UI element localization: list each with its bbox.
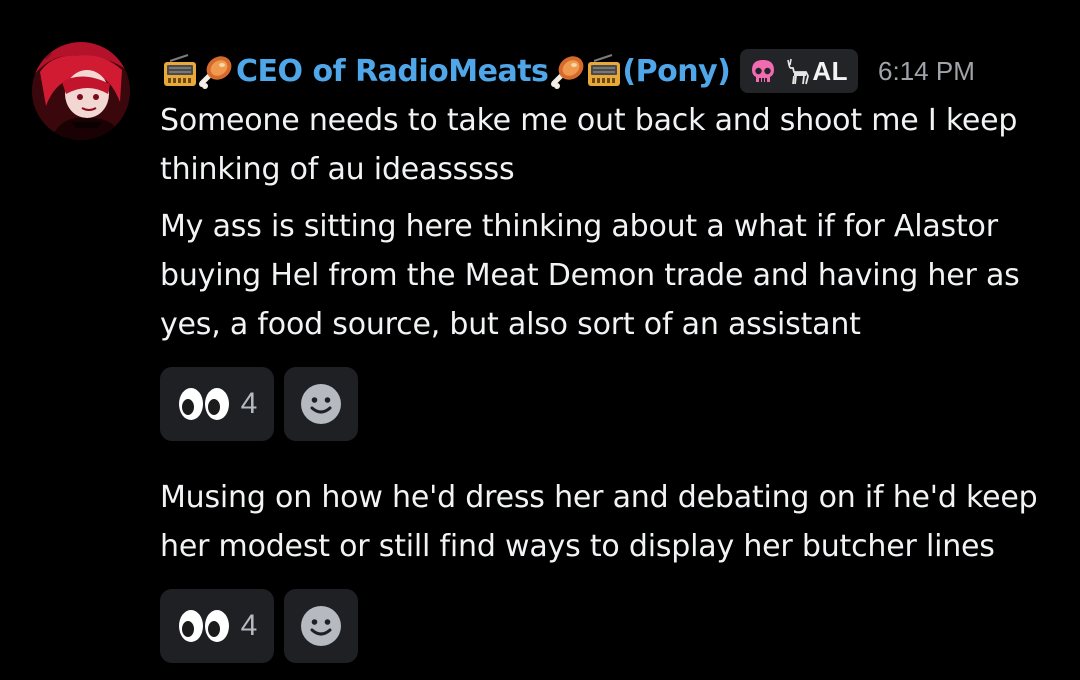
radio-icon: [162, 53, 198, 89]
meat-icon: [198, 53, 234, 89]
message-header: CEO of RadioMeats (Pony) AL 6:14 PM: [162, 44, 975, 98]
eyes-icon: [177, 608, 231, 644]
chat-message: CEO of RadioMeats (Pony) AL 6:14 PM Some…: [0, 0, 1080, 680]
reaction-bar: 4: [160, 589, 358, 663]
message-paragraph: Someone needs to take me out back and sh…: [160, 103, 1018, 187]
deer-icon: [782, 56, 812, 86]
clan-tag[interactable]: AL: [740, 49, 859, 93]
message-paragraph: My ass is sitting here thinking about a …: [160, 209, 1020, 342]
reaction-count: 4: [240, 609, 258, 642]
clan-tag-label: AL: [812, 55, 849, 86]
reaction-count: 4: [240, 387, 258, 420]
skull-icon: [748, 56, 778, 86]
smiley-icon: [301, 606, 341, 646]
timestamp[interactable]: 6:14 PM: [878, 56, 975, 87]
username[interactable]: CEO of RadioMeats: [236, 54, 549, 89]
username-suffix[interactable]: (Pony): [622, 54, 730, 89]
eyes-icon: [177, 386, 231, 422]
smiley-icon: [301, 384, 341, 424]
reaction-bar: 4: [160, 367, 358, 441]
meat-icon: [550, 53, 586, 89]
reaction-eyes[interactable]: 4: [160, 589, 274, 663]
add-reaction-button[interactable]: [284, 589, 358, 663]
avatar[interactable]: [32, 42, 130, 140]
add-reaction-button[interactable]: [284, 367, 358, 441]
radio-icon: [586, 53, 622, 89]
reaction-eyes[interactable]: 4: [160, 367, 274, 441]
message-paragraph: Musing on how he'd dress her and debatin…: [160, 480, 1038, 564]
